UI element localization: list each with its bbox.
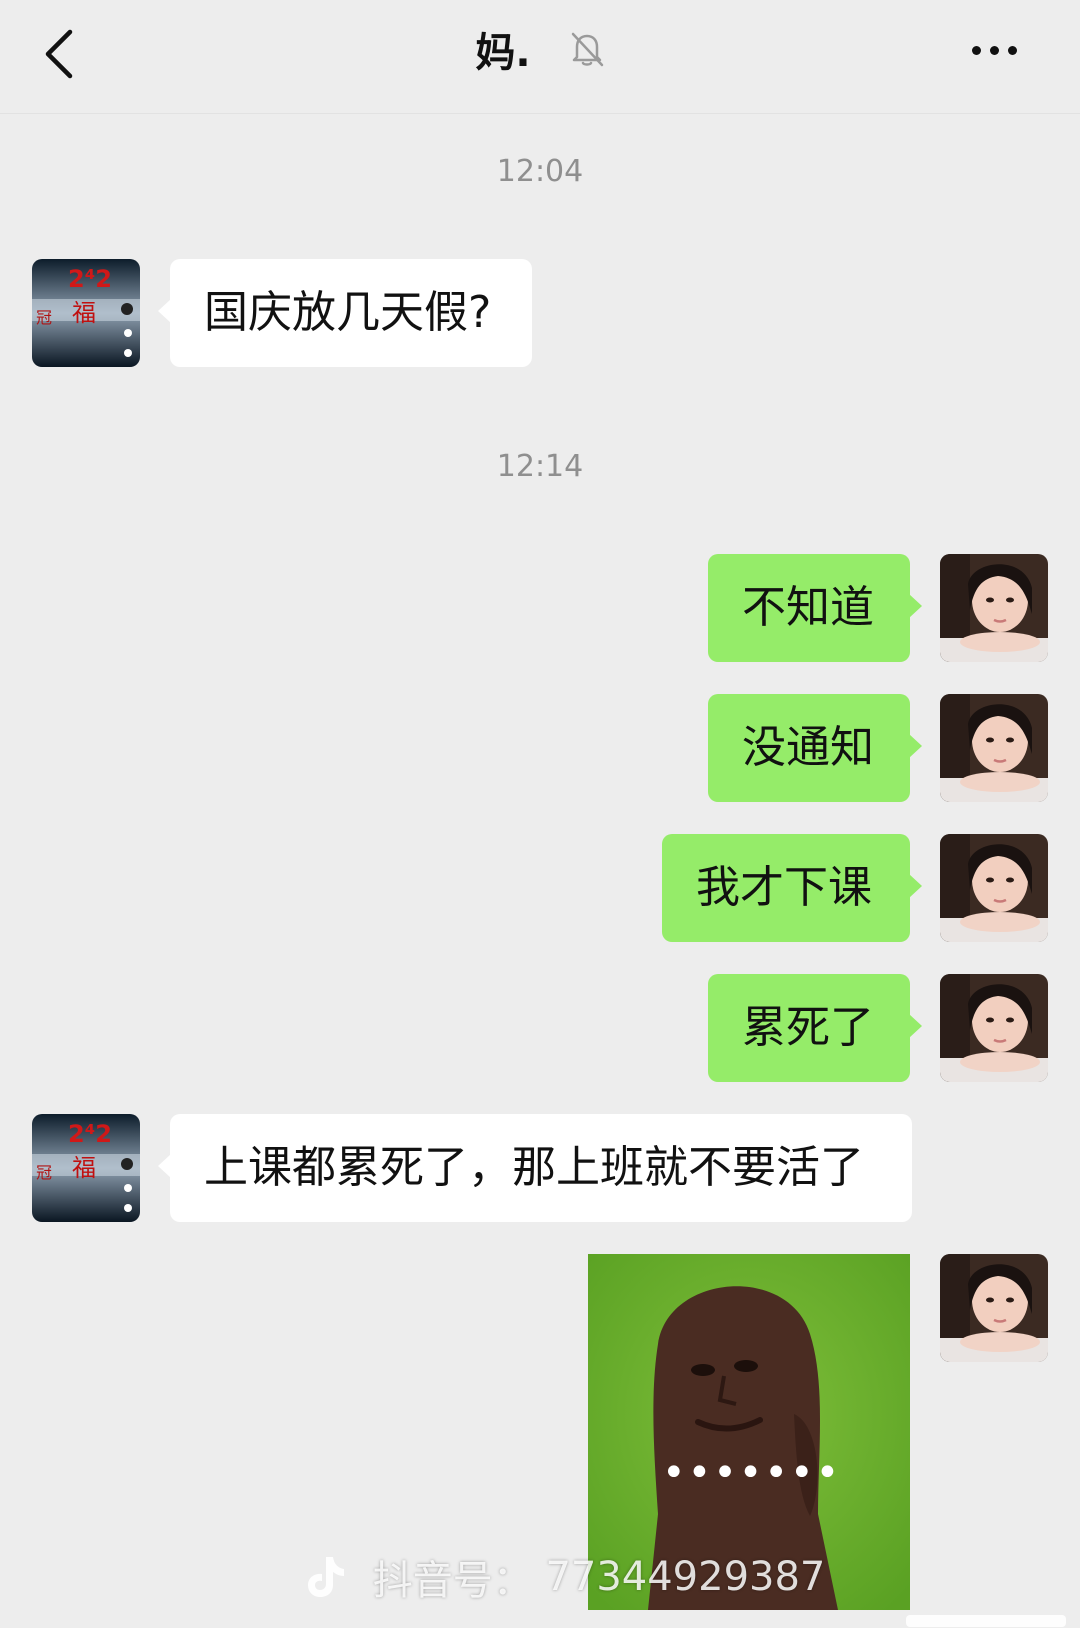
outgoing-message-bubble[interactable]: 累死了 xyxy=(708,974,922,1082)
chat-title-area: 妈. xyxy=(0,20,1080,78)
incoming-message-bubble[interactable]: 上课都累死了，那上班就不要活了 xyxy=(158,1114,912,1222)
more-horizontal-icon xyxy=(972,40,1026,59)
outgoing-message-bubble[interactable]: 我才下课 xyxy=(662,834,922,942)
svg-text:冠: 冠 xyxy=(36,1163,52,1182)
incoming-message-bubble[interactable]: 国庆放几天假? xyxy=(158,259,532,367)
watermark-label: 抖音号： xyxy=(372,1558,533,1604)
douyin-watermark: 抖音号： 77344929387 xyxy=(306,1548,825,1606)
chat-header: 妈. xyxy=(0,0,1080,114)
svg-text:福: 福 xyxy=(72,299,96,327)
timestamp: 12:14 xyxy=(496,449,584,484)
scrollbar-thumb[interactable] xyxy=(906,1615,1066,1627)
my-avatar[interactable] xyxy=(940,694,1048,802)
my-avatar[interactable] xyxy=(940,1254,1048,1362)
timestamp: 12:04 xyxy=(496,154,584,189)
sticker-caption: ••••••• xyxy=(662,1450,842,1496)
mom-avatar[interactable]: 2⁴2 福 冠 xyxy=(32,259,140,367)
more-options-button[interactable] xyxy=(972,40,1026,60)
bell-off-icon xyxy=(571,32,603,67)
chat-title: 妈. xyxy=(475,30,531,76)
my-avatar[interactable] xyxy=(940,974,1048,1082)
douyin-logo-icon xyxy=(308,1557,344,1597)
my-avatar[interactable] xyxy=(940,834,1048,942)
outgoing-message-bubble[interactable]: 没通知 xyxy=(708,694,922,802)
outgoing-message-bubble[interactable]: 不知道 xyxy=(708,554,922,662)
watermark-id: 77344929387 xyxy=(545,1554,826,1600)
mom-avatar[interactable]: 2⁴2 福 冠 xyxy=(32,1114,140,1222)
svg-text:福: 福 xyxy=(72,1154,96,1182)
svg-text:冠: 冠 xyxy=(36,308,52,327)
svg-text:2⁴2: 2⁴2 xyxy=(68,1120,112,1148)
svg-text:2⁴2: 2⁴2 xyxy=(68,265,112,293)
my-avatar[interactable] xyxy=(940,554,1048,662)
